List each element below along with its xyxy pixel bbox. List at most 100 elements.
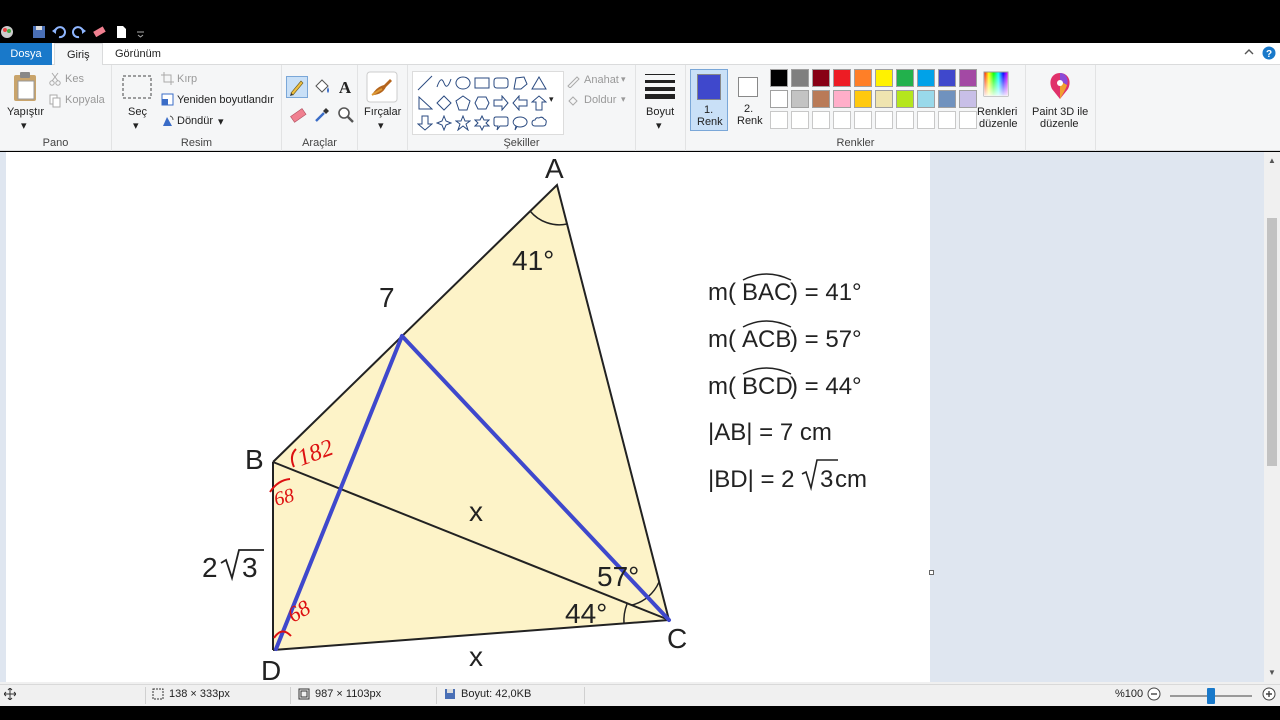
copy-button[interactable]: Kopyala [65,94,105,106]
rounded-callout-shape-icon[interactable] [493,115,509,131]
select-dropdown-arrow[interactable]: ▾ [133,119,139,132]
six-point-star-shape-icon[interactable] [473,114,491,132]
palette-swatch[interactable] [917,90,935,108]
brushes-dropdown-arrow[interactable]: ▾ [378,119,384,132]
help-icon[interactable]: ? [1262,46,1276,63]
paint3d-icon[interactable] [1046,71,1074,104]
four-point-star-shape-icon[interactable] [435,114,453,132]
pentagon-shape-icon[interactable] [455,95,471,111]
paste-dropdown-arrow[interactable]: ▾ [21,119,27,132]
polygon-shape-icon[interactable] [512,75,528,91]
color-picker-icon[interactable] [312,105,332,128]
tab-home[interactable]: Giriş [54,43,103,66]
brush-icon[interactable] [366,71,398,106]
palette-swatch-empty[interactable] [833,111,851,129]
zoom-out-button[interactable] [1147,687,1161,704]
shapes-scroll-down[interactable]: ▾ [549,94,554,105]
palette-swatch[interactable] [854,90,872,108]
palette-swatch[interactable] [896,90,914,108]
size-icon[interactable] [644,72,676,103]
palette-swatch-empty[interactable] [875,111,893,129]
right-triangle-shape-icon[interactable] [417,95,434,111]
resize-button[interactable]: Yeniden boyutlandır [177,94,274,106]
undo-icon[interactable] [52,25,66,39]
scroll-up-arrow[interactable]: ▲ [1268,156,1276,165]
color1-button[interactable]: 1. Renk [690,69,728,131]
scroll-thumb[interactable] [1267,218,1277,466]
tab-view[interactable]: Görünüm [103,43,173,65]
hexagon-shape-icon[interactable] [474,95,490,111]
palette-swatch-empty[interactable] [791,111,809,129]
fill-dropdown-arrow[interactable]: ▾ [621,94,626,105]
zoom-in-button[interactable] [1262,687,1276,704]
edit-colors-icon[interactable] [983,71,1009,100]
select-icon[interactable] [122,75,152,102]
palette-swatch[interactable] [875,69,893,87]
color2-button[interactable]: 2. Renk [730,69,768,131]
canvas-resize-handle[interactable] [929,570,934,575]
palette-swatch[interactable] [791,90,809,108]
rounded-rectangle-shape-icon[interactable] [493,75,509,91]
cloud-callout-shape-icon[interactable] [531,115,547,131]
rectangle-shape-icon[interactable] [474,75,490,91]
rotate-dropdown-arrow[interactable]: ▾ [218,115,224,128]
new-file-icon[interactable] [114,25,128,39]
palette-swatch[interactable] [938,69,956,87]
palette-swatch[interactable] [917,69,935,87]
up-arrow-shape-icon[interactable] [530,95,548,111]
palette-swatch[interactable] [959,90,977,108]
palette-swatch-empty[interactable] [938,111,956,129]
outline-button[interactable]: Anahat [584,74,619,86]
eraser-quick-icon[interactable] [92,25,106,39]
oval-callout-shape-icon[interactable] [512,115,528,131]
palette-swatch[interactable] [896,69,914,87]
redo-icon[interactable] [72,25,86,39]
palette-swatch[interactable] [770,90,788,108]
palette-swatch-empty[interactable] [959,111,977,129]
triangle-shape-icon[interactable] [531,75,547,91]
paint3d-button[interactable]: Paint 3D ile [1032,106,1088,118]
left-arrow-shape-icon[interactable] [512,94,528,112]
palette-swatch[interactable] [833,90,851,108]
scroll-down-arrow[interactable]: ▼ [1268,668,1276,677]
customize-quick-access-icon[interactable] [134,25,148,39]
five-point-star-shape-icon[interactable] [454,114,472,132]
oval-shape-icon[interactable] [455,75,471,91]
rotate-button[interactable]: Döndür [177,115,213,127]
diamond-shape-icon[interactable] [436,95,452,111]
drawing-canvas[interactable]: A B C D 7 41° 57° 44° x x 2 3 182 68 68 … [6,152,930,682]
curve-shape-icon[interactable] [436,75,452,91]
edit-colors-button[interactable]: Renkleri [977,106,1017,118]
down-arrow-shape-icon[interactable] [416,115,434,131]
palette-swatch[interactable] [812,69,830,87]
text-tool-icon[interactable]: A [336,77,354,100]
palette-swatch-empty[interactable] [854,111,872,129]
paste-button[interactable]: Yapıştır [7,106,44,118]
crop-button[interactable]: Kırp [177,73,197,85]
size-button[interactable]: Boyut [646,106,674,118]
eraser-tool-icon[interactable] [288,105,308,128]
tab-file[interactable]: Dosya [0,43,52,65]
fill-button[interactable]: Doldur [584,94,616,106]
fill-bucket-icon[interactable] [312,77,332,100]
magnifier-icon[interactable] [336,105,356,128]
paint-app-icon[interactable] [0,25,14,39]
zoom-slider-thumb[interactable] [1207,688,1215,704]
outline-dropdown-arrow[interactable]: ▾ [621,74,626,85]
paint3d-button-line2[interactable]: düzenle [1040,118,1079,130]
cut-button[interactable]: Kes [65,73,84,85]
size-dropdown-arrow[interactable]: ▾ [656,119,662,132]
pencil-tool-icon[interactable] [286,76,308,98]
palette-swatch-empty[interactable] [812,111,830,129]
palette-swatch[interactable] [854,69,872,87]
select-button[interactable]: Seç [128,106,147,118]
palette-swatch-empty[interactable] [896,111,914,129]
edit-colors-button-line2[interactable]: düzenle [979,118,1018,130]
paste-icon[interactable] [12,71,38,106]
right-arrow-shape-icon[interactable] [493,94,509,112]
palette-swatch-empty[interactable] [770,111,788,129]
palette-swatch[interactable] [812,90,830,108]
palette-swatch[interactable] [833,69,851,87]
palette-swatch[interactable] [875,90,893,108]
palette-swatch[interactable] [938,90,956,108]
